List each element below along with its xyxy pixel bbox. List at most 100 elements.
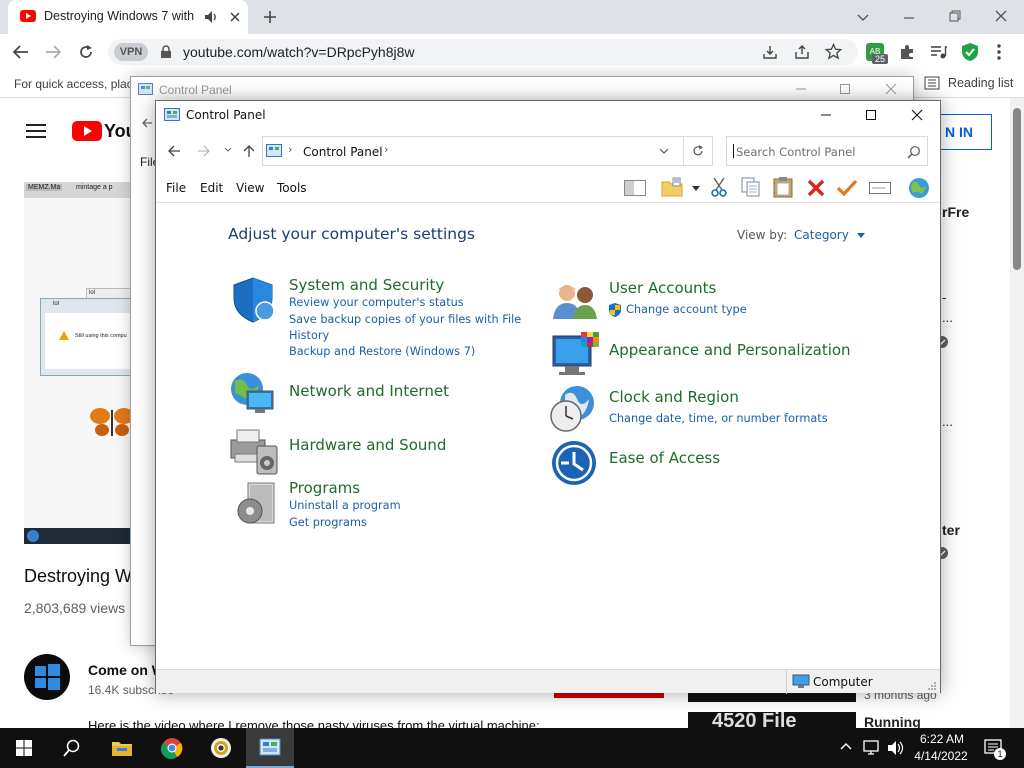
channel-name[interactable]: Come on W: [88, 662, 165, 678]
category-clock-region[interactable]: Clock and Region: [609, 388, 739, 406]
refresh-button[interactable]: [683, 136, 713, 166]
link-review-status[interactable]: Review your computer's status: [289, 295, 464, 311]
clock-date[interactable]: 4/14/2022: [910, 749, 972, 763]
nav-up-button[interactable]: [242, 144, 256, 158]
category-network-internet[interactable]: Network and Internet: [289, 382, 449, 400]
browser-restore-icon[interactable]: [948, 9, 962, 23]
url-text[interactable]: youtube.com/watch?v=DRpcPyh8j8w: [183, 44, 415, 60]
address-dropdown-button[interactable]: [659, 148, 669, 155]
show-hidden-icons[interactable]: [840, 741, 852, 751]
clock-time[interactable]: 6:22 AM: [918, 732, 966, 746]
preview-pane-icon[interactable]: [624, 180, 646, 196]
taskbar-chrome-beta[interactable]: [197, 728, 245, 768]
hardware-sound-icon[interactable]: [229, 426, 279, 476]
nav-back-button[interactable]: [167, 144, 181, 158]
link-save-backup-history[interactable]: History: [289, 328, 329, 344]
youtube-logo-icon[interactable]: You: [72, 120, 132, 142]
rename-icon[interactable]: [869, 180, 891, 196]
search-placeholder[interactable]: Search Control Panel: [736, 145, 855, 159]
network-icon[interactable]: [863, 740, 881, 756]
link-backup-restore[interactable]: Backup and Restore (Windows 7): [289, 344, 475, 360]
video-player[interactable]: MEMZ.Ma mintage a p lol lol Still using …: [24, 182, 134, 544]
menu-tools[interactable]: Tools: [277, 181, 307, 195]
browser-minimize-icon[interactable]: [902, 10, 916, 24]
forward-icon[interactable]: [44, 43, 62, 61]
install-app-icon[interactable]: [762, 44, 778, 60]
bookmark-star-icon[interactable]: [825, 43, 842, 60]
back-window-close-icon[interactable]: [885, 83, 897, 95]
tab-search-chevron-icon[interactable]: [856, 10, 870, 24]
taskbar-search-button[interactable]: [48, 728, 96, 768]
taskbar-control-panel[interactable]: [246, 728, 294, 768]
search-box[interactable]: Search Control Panel: [726, 136, 928, 166]
browser-close-icon[interactable]: [994, 9, 1008, 23]
reload-icon[interactable]: [77, 43, 95, 61]
globe-icon[interactable]: [907, 177, 931, 199]
address-breadcrumb-bar[interactable]: › Control Panel ›: [262, 136, 713, 166]
view-by-dropdown[interactable]: Category: [794, 228, 865, 242]
category-appearance-personalization[interactable]: Appearance and Personalization: [609, 341, 851, 359]
paste-icon[interactable]: [773, 176, 793, 198]
link-get-programs[interactable]: Get programs: [289, 515, 367, 531]
tab-close-icon[interactable]: [228, 10, 242, 24]
taskbar-file-explorer[interactable]: [98, 728, 146, 768]
menu-view[interactable]: View: [236, 181, 264, 195]
start-button[interactable]: [0, 728, 48, 768]
extensions-puzzle-icon[interactable]: [898, 43, 916, 61]
new-folder-dropdown-icon[interactable]: [692, 186, 700, 191]
volume-icon[interactable]: [887, 740, 905, 756]
media-control-icon[interactable]: [929, 43, 947, 61]
window-close-button[interactable]: [911, 109, 923, 121]
menu-file[interactable]: File: [166, 181, 186, 195]
category-programs[interactable]: Programs: [289, 479, 360, 497]
system-security-icon[interactable]: [230, 276, 276, 324]
address-bar[interactable]: VPN youtube.com/watch?v=DRpcPyh8j8w: [108, 39, 858, 65]
delete-icon[interactable]: [807, 179, 825, 197]
resize-grip-icon[interactable]: [927, 681, 937, 691]
window-maximize-button[interactable]: [865, 109, 877, 121]
control-panel-window[interactable]: Control Panel › Control Panel › Search C…: [155, 100, 941, 694]
back-window-minimize-icon[interactable]: [795, 83, 807, 95]
side-thumb-2[interactable]: 4520 File: [688, 712, 856, 728]
appearance-icon[interactable]: [551, 330, 601, 378]
link-uninstall-program[interactable]: Uninstall a program: [289, 498, 401, 514]
category-hardware-sound[interactable]: Hardware and Sound: [289, 436, 446, 454]
nav-forward-button[interactable]: [197, 144, 211, 158]
copy-icon[interactable]: [741, 177, 761, 197]
menu-edit[interactable]: Edit: [200, 181, 223, 195]
vpn-badge[interactable]: VPN: [114, 43, 148, 61]
channel-avatar[interactable]: [24, 654, 70, 700]
youtube-menu-icon[interactable]: [26, 124, 46, 138]
browser-tab[interactable]: Destroying Windows 7 with: [8, 0, 248, 34]
clock-region-icon[interactable]: [549, 385, 597, 433]
properties-check-icon[interactable]: [836, 179, 858, 197]
cut-icon[interactable]: [710, 177, 728, 197]
window-minimize-button[interactable]: [820, 109, 832, 121]
taskbar-chrome[interactable]: [148, 728, 196, 768]
reading-list-icon[interactable]: [924, 76, 940, 90]
ease-of-access-icon[interactable]: [551, 440, 597, 486]
link-change-date-formats[interactable]: Change date, time, or number formats: [609, 411, 828, 427]
network-internet-icon[interactable]: [229, 371, 277, 417]
breadcrumb-control-panel[interactable]: Control Panel: [303, 145, 383, 159]
shield-extension-icon[interactable]: [961, 42, 979, 62]
back-window-back-icon[interactable]: [141, 117, 153, 129]
link-change-account-type[interactable]: Change account type: [626, 302, 747, 318]
link-save-backup[interactable]: Save backup copies of your files with Fi…: [289, 312, 521, 328]
new-folder-icon[interactable]: [661, 177, 683, 197]
page-scrollbar[interactable]: [1010, 98, 1024, 728]
category-system-security[interactable]: System and Security: [289, 276, 444, 294]
user-accounts-icon[interactable]: [551, 281, 601, 321]
page-scroll-thumb[interactable]: [1013, 108, 1021, 270]
browser-menu-icon[interactable]: [996, 43, 1002, 61]
back-icon[interactable]: [12, 43, 30, 61]
back-window-maximize-icon[interactable]: [839, 83, 851, 95]
programs-icon[interactable]: [236, 481, 276, 527]
reading-list-label[interactable]: Reading list: [948, 76, 1013, 90]
tab-audio-icon[interactable]: [204, 10, 218, 24]
search-icon[interactable]: [907, 145, 921, 159]
recent-locations-button[interactable]: [224, 147, 232, 153]
category-ease-of-access[interactable]: Ease of Access: [609, 449, 720, 467]
category-user-accounts[interactable]: User Accounts: [609, 279, 716, 297]
breadcrumb-separator-icon-2[interactable]: ›: [384, 143, 388, 156]
